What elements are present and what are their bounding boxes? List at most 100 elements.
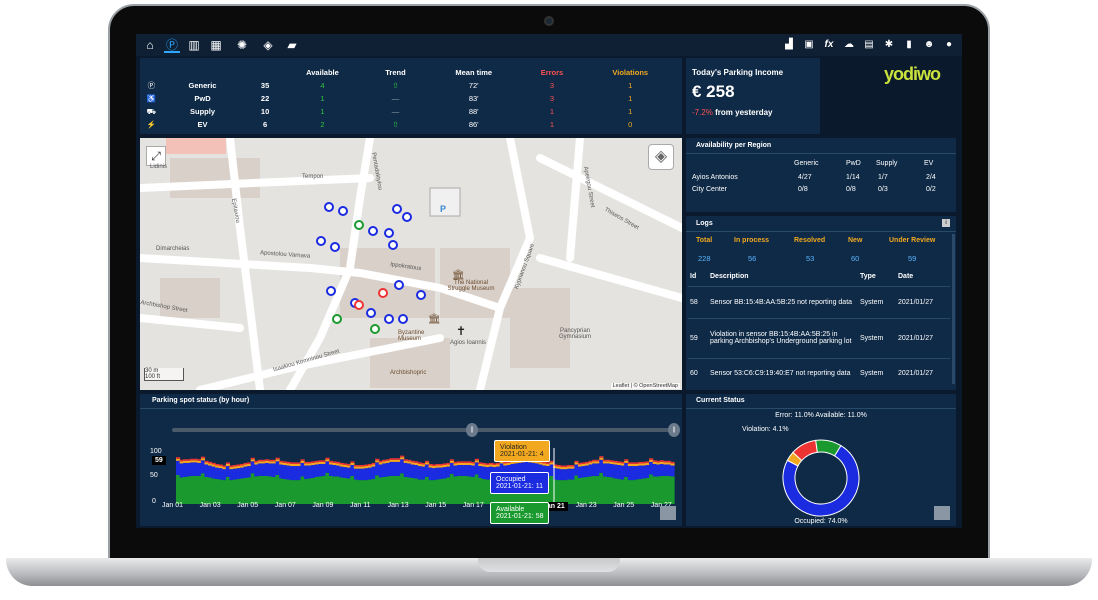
available-band	[606, 476, 611, 504]
available-band	[663, 475, 668, 504]
parking-pin[interactable]	[368, 226, 378, 236]
x-tick: Jan 03	[199, 502, 221, 509]
available-band	[264, 475, 270, 504]
user-icon[interactable]: ●	[942, 38, 956, 52]
occupied-band	[257, 463, 262, 476]
violation-band	[204, 462, 209, 465]
map-attribution[interactable]: Leaflet | © OpenStreetMap	[610, 383, 680, 389]
available-band	[343, 478, 348, 504]
occupied-band	[350, 465, 355, 476]
error-band	[645, 461, 650, 463]
available-band	[442, 478, 447, 504]
info-icon[interactable]: i	[942, 219, 950, 227]
spot-errors: 3	[549, 81, 555, 90]
parking-pin[interactable]	[416, 290, 426, 300]
image-icon[interactable]: ▣	[802, 38, 816, 52]
occupied-band	[229, 469, 234, 481]
parking-pin[interactable]	[330, 242, 340, 252]
chart-menu-button[interactable]	[660, 506, 676, 520]
violation-band	[663, 462, 668, 465]
building-icon[interactable]: ▦	[208, 37, 224, 53]
layers-icon[interactable]: ◈	[648, 144, 674, 170]
violation-band	[396, 459, 401, 462]
error-band	[613, 460, 618, 463]
parking-pin[interactable]	[392, 204, 402, 214]
error-band	[496, 462, 501, 465]
trash-icon[interactable]: ▥	[186, 37, 202, 53]
home-icon[interactable]: ⌂	[142, 37, 158, 53]
parking-pin[interactable]	[316, 236, 326, 246]
function-icon[interactable]: fx	[822, 38, 836, 52]
range-slider-left-handle[interactable]: ||	[466, 423, 478, 437]
stat-value[interactable]: 53	[806, 254, 814, 263]
table-row[interactable]: Ⓟ Generic 35 4 ⇧ 72' 3 1	[142, 79, 672, 92]
stat-label: Under Review	[889, 237, 936, 244]
range-slider-track[interactable]	[172, 428, 678, 432]
error-band	[609, 460, 615, 462]
parking-pin[interactable]	[402, 212, 412, 222]
stat-value[interactable]: 228	[698, 254, 711, 263]
cloud-icon[interactable]: ☁	[842, 38, 856, 52]
available-band	[389, 475, 394, 504]
satellite-icon[interactable]: ◈	[260, 37, 276, 53]
bookmark-icon[interactable]: ▮	[902, 38, 916, 52]
lamp-icon[interactable]: ✺	[234, 37, 250, 53]
parking-pin[interactable]	[384, 314, 394, 324]
fullscreen-button[interactable]: ⤢	[146, 146, 166, 166]
table-row[interactable]: ♿ PwD 22 1 — 83' 3 1	[142, 92, 672, 105]
available-band	[293, 480, 298, 504]
occupied-band	[599, 459, 604, 473]
parking-pin[interactable]	[326, 286, 336, 296]
error-band	[474, 458, 479, 461]
chart-icon[interactable]: ▟	[782, 38, 796, 52]
available-band	[229, 480, 234, 504]
occupied-band	[567, 468, 572, 480]
available-band	[300, 476, 305, 504]
violation-band	[264, 460, 270, 463]
bell-icon[interactable]: ✱	[882, 38, 896, 52]
user-add-icon[interactable]: ☻	[922, 38, 936, 52]
parking-pin[interactable]	[398, 314, 408, 324]
logs-scrollbar[interactable]	[952, 234, 955, 384]
table-row[interactable]: 59 Violation in sensor BB:15:4B:AA:5B:25…	[688, 318, 950, 358]
tooltip-label: Occupied	[496, 476, 526, 483]
available-band	[414, 478, 419, 504]
stat-value[interactable]: 60	[851, 254, 859, 263]
parking-pin[interactable]	[324, 202, 334, 212]
table-row[interactable]: 60 Sensor 53:C6:C9:19:40:E7 not reportin…	[688, 358, 950, 388]
stat-value[interactable]: 56	[748, 254, 756, 263]
violation-band	[410, 462, 415, 465]
available-band	[236, 479, 241, 504]
parking-pin[interactable]	[384, 228, 394, 238]
parking-pin[interactable]	[338, 206, 348, 216]
occupied-band	[218, 468, 223, 480]
parking-pin[interactable]	[332, 314, 342, 324]
parking-pin[interactable]	[370, 324, 380, 334]
poi-label: Archbishopric	[390, 370, 427, 376]
parking-pin[interactable]	[394, 280, 404, 290]
parking-pin[interactable]	[378, 288, 388, 298]
range-slider-right-handle[interactable]: ||	[668, 423, 680, 437]
parking-pin[interactable]	[366, 308, 376, 318]
chart-menu-button[interactable]	[934, 506, 950, 520]
parking-map[interactable]: ⤢ ◈ P 🏛 🏛 ✝ Lidinis Tempon Pentadaktylou…	[140, 138, 682, 390]
camera-icon[interactable]: ▰	[284, 37, 300, 53]
available-band	[588, 476, 593, 504]
available-band	[641, 478, 647, 504]
table-row[interactable]: ⚡ EV 6 2 ⇧ 86' 1 0	[142, 118, 672, 131]
table-row[interactable]: 58 Sensor BB:15:4B:AA:5B:25 not reportin…	[688, 286, 950, 318]
table-row[interactable]: ⛟ Supply 10 1 — 88' 1 1	[142, 105, 672, 118]
document-icon[interactable]: ▤	[862, 38, 876, 52]
available-band	[186, 476, 191, 504]
parking-pin[interactable]	[354, 300, 364, 310]
error-band	[336, 461, 341, 464]
parking-pin[interactable]	[354, 220, 364, 230]
spot-violations: 1	[628, 81, 633, 90]
parking-pin[interactable]	[388, 240, 398, 250]
error-band	[222, 465, 227, 468]
violation-band	[478, 463, 483, 467]
violation-band	[435, 465, 440, 468]
parking-icon[interactable]: Ⓟ	[164, 37, 180, 53]
violation-band	[460, 462, 465, 465]
stat-value[interactable]: 59	[908, 254, 916, 263]
